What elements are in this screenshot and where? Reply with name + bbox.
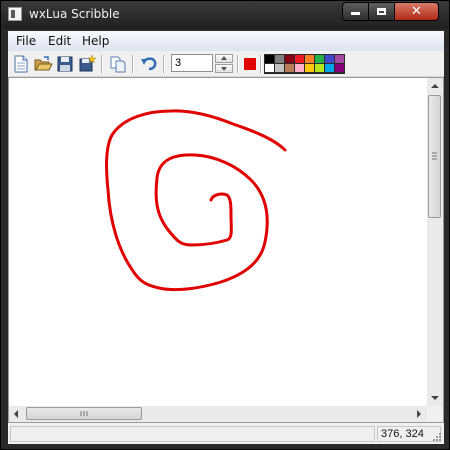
undo-button[interactable] xyxy=(139,54,159,74)
drawing-canvas-frame xyxy=(8,77,444,423)
palette-color-swatch[interactable] xyxy=(335,55,344,63)
menu-bar: File Edit Help xyxy=(8,31,444,51)
copy-button[interactable] xyxy=(108,54,128,74)
palette-color-swatch[interactable] xyxy=(335,64,344,72)
toolbar xyxy=(8,52,444,77)
arrow-up-icon xyxy=(431,84,439,88)
scroll-down-button[interactable] xyxy=(427,390,443,406)
palette-color-swatch[interactable] xyxy=(265,55,274,63)
vertical-scrollbar[interactable] xyxy=(427,78,443,406)
grip-icon xyxy=(80,411,88,416)
horizontal-scrollbar[interactable] xyxy=(9,406,427,422)
scroll-up-button[interactable] xyxy=(427,78,443,94)
open-button[interactable] xyxy=(33,54,53,74)
toolbar-separator xyxy=(260,55,262,73)
resize-grip-icon[interactable] xyxy=(432,432,442,442)
menu-file[interactable]: File xyxy=(16,34,36,48)
close-icon: ✕ xyxy=(411,4,422,19)
toolbar-separator xyxy=(101,55,103,73)
open-folder-icon xyxy=(34,56,53,71)
palette-color-swatch[interactable] xyxy=(305,55,314,63)
pen-size-input[interactable] xyxy=(171,54,213,72)
palette-color-swatch[interactable] xyxy=(305,64,314,72)
pen-size-increase-button[interactable] xyxy=(215,54,233,63)
status-message xyxy=(10,426,375,442)
arrow-down-icon xyxy=(221,67,227,71)
arrow-right-icon xyxy=(417,410,421,418)
palette-color-swatch[interactable] xyxy=(295,64,304,72)
pen-size-decrease-button[interactable] xyxy=(215,64,233,73)
save-as-button[interactable] xyxy=(77,54,97,74)
status-bar: 376, 324 xyxy=(8,424,444,444)
undo-icon xyxy=(141,57,157,71)
client-area: File Edit Help 3 376, 324 xyxy=(8,31,444,444)
color-palette xyxy=(264,54,345,74)
arrow-left-icon xyxy=(14,410,18,418)
title-bar[interactable]: wxLua Scribble ✕ xyxy=(1,1,449,29)
copy-icon xyxy=(110,56,126,73)
palette-color-swatch[interactable] xyxy=(285,64,294,72)
palette-color-swatch[interactable] xyxy=(325,55,334,63)
palette-color-swatch[interactable] xyxy=(275,55,284,63)
scribble-stroke xyxy=(105,109,287,292)
palette-color-swatch[interactable] xyxy=(265,64,274,72)
minimize-icon xyxy=(351,12,360,15)
new-file-icon xyxy=(14,55,28,73)
menu-edit[interactable]: Edit xyxy=(48,34,71,48)
close-button[interactable]: ✕ xyxy=(394,2,439,21)
drawing-canvas[interactable] xyxy=(9,78,427,406)
minimize-button[interactable] xyxy=(342,2,369,21)
toolbar-separator xyxy=(163,55,165,73)
current-color-button[interactable] xyxy=(244,58,256,70)
arrow-down-icon xyxy=(431,396,439,400)
horizontal-scroll-thumb[interactable] xyxy=(26,407,142,420)
scroll-right-button[interactable] xyxy=(411,406,427,422)
menu-help[interactable]: Help xyxy=(82,34,109,48)
grip-icon xyxy=(432,152,437,160)
app-icon xyxy=(8,7,22,21)
save-button[interactable] xyxy=(55,54,75,74)
palette-color-swatch[interactable] xyxy=(285,55,294,63)
scroll-left-button[interactable] xyxy=(9,406,25,422)
palette-color-swatch[interactable] xyxy=(325,64,334,72)
vertical-scroll-thumb[interactable] xyxy=(428,95,441,218)
maximize-icon xyxy=(377,8,386,15)
window-title: wxLua Scribble xyxy=(29,7,120,21)
palette-color-swatch[interactable] xyxy=(315,55,324,63)
toolbar-separator xyxy=(132,55,134,73)
save-as-icon xyxy=(79,54,97,72)
palette-color-swatch[interactable] xyxy=(315,64,324,72)
maximize-button[interactable] xyxy=(368,2,395,21)
palette-color-swatch[interactable] xyxy=(295,55,304,63)
toolbar-separator xyxy=(237,55,239,73)
save-icon xyxy=(57,56,73,72)
palette-color-swatch[interactable] xyxy=(275,64,284,72)
app-window: wxLua Scribble ✕ File Edit Help 3 376, 3… xyxy=(0,0,450,450)
arrow-up-icon xyxy=(221,56,227,60)
new-button[interactable] xyxy=(11,54,31,74)
scrollbar-corner xyxy=(427,406,443,422)
